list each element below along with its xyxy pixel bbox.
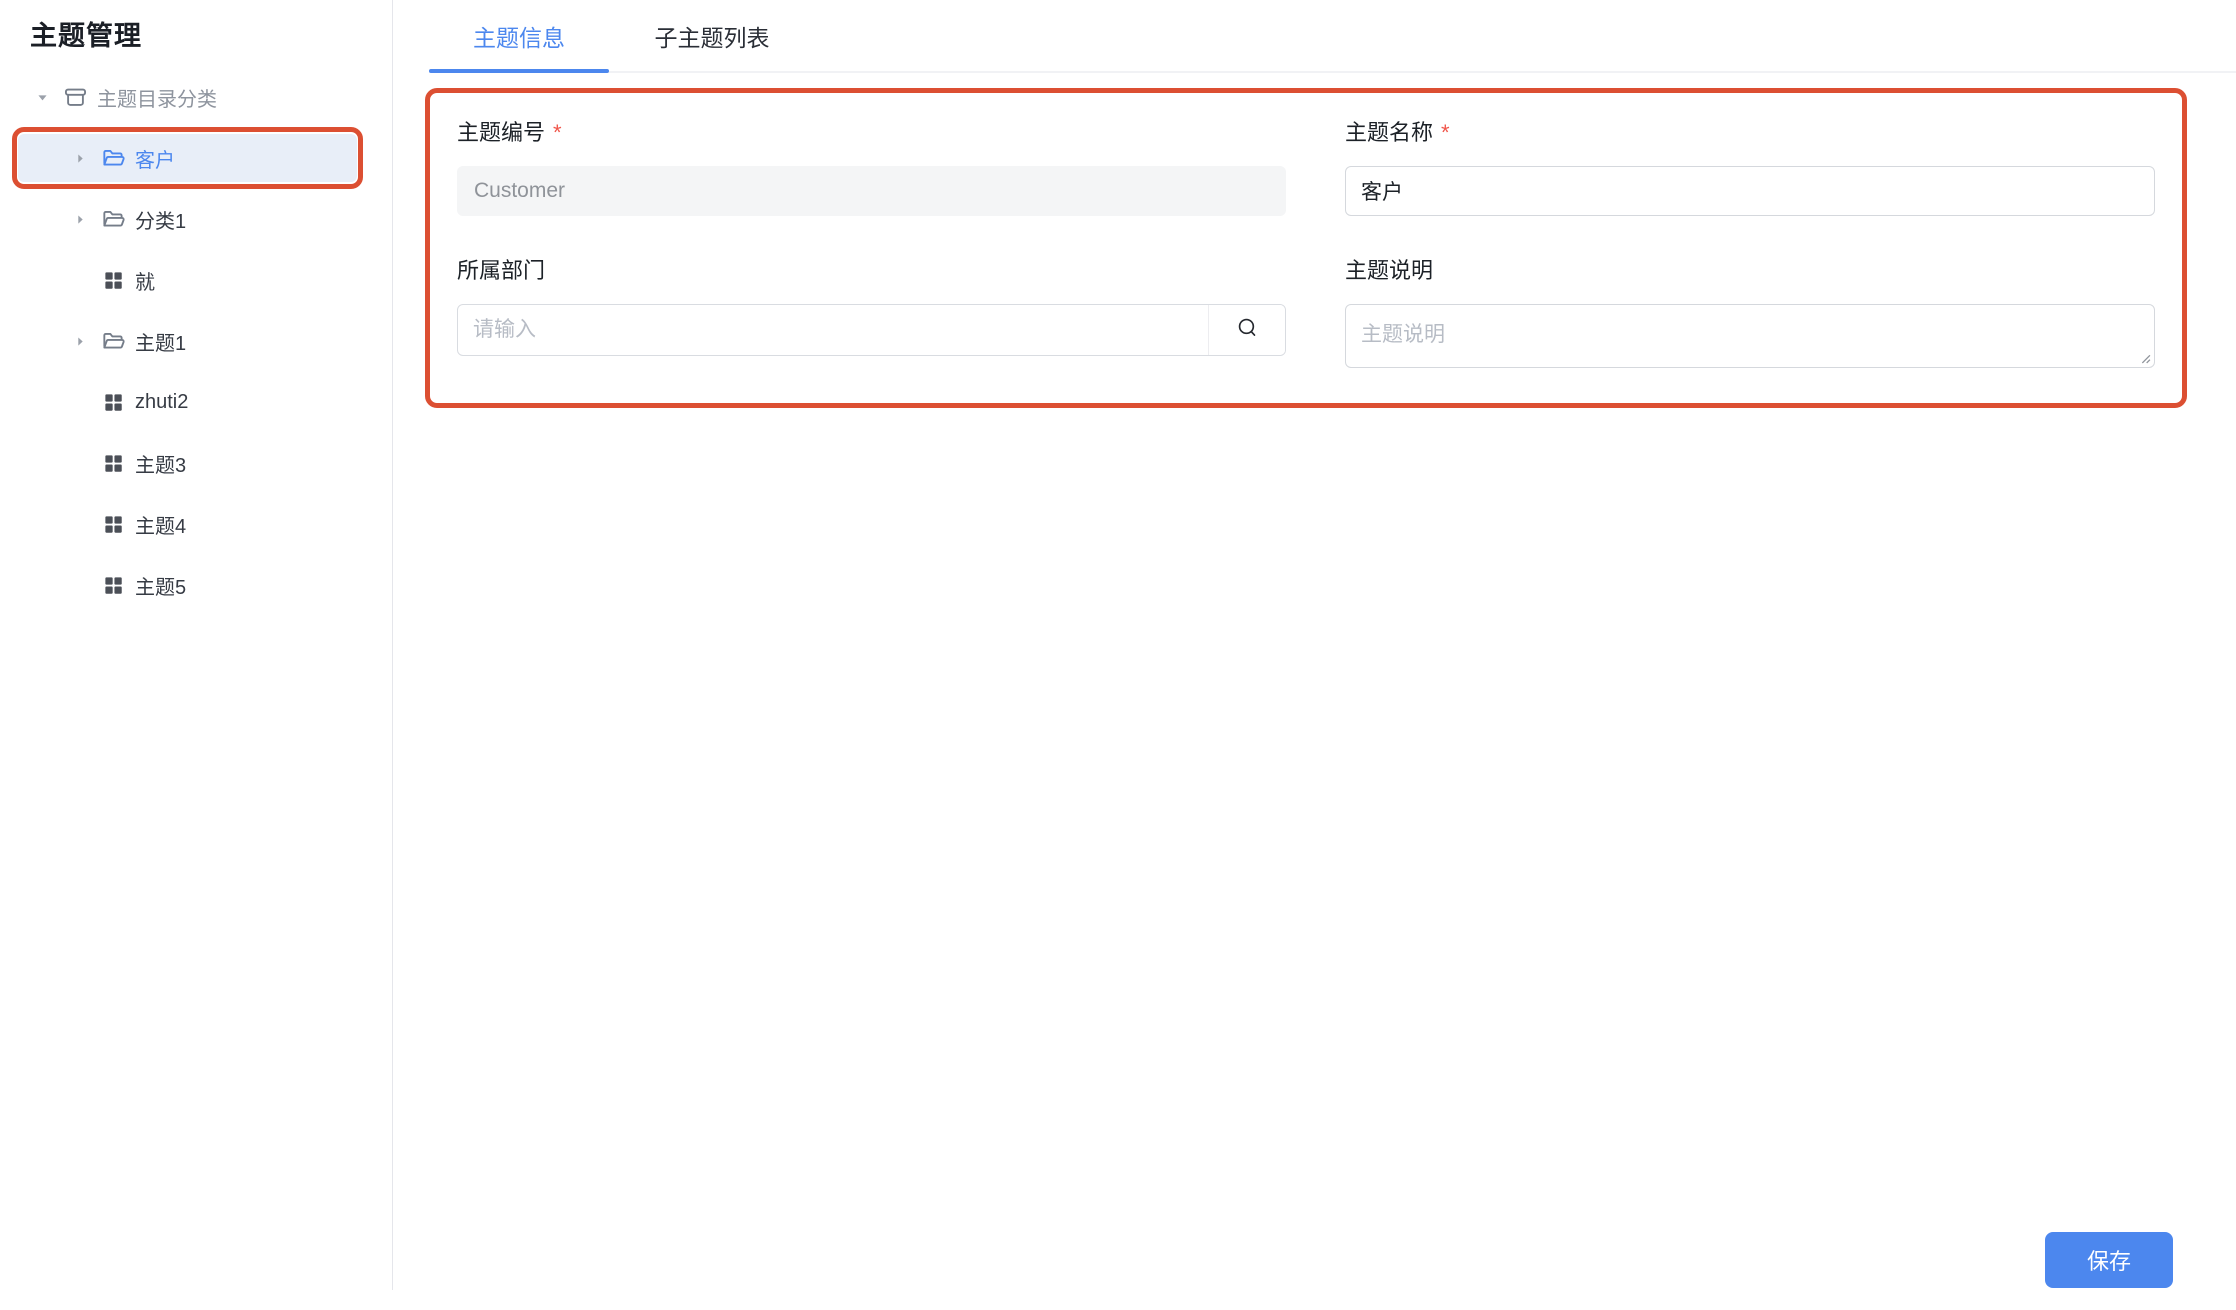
tree-item-6[interactable]: 主题4	[18, 500, 357, 548]
tree-items: 客户分类1 就主题1 zhuti2 主题3 主题4 主题5	[0, 134, 392, 609]
department-search-button[interactable]	[1208, 305, 1285, 355]
tree-item-label: 就	[135, 266, 155, 295]
tree-item-1[interactable]: 分类1	[18, 195, 357, 243]
department-input[interactable]	[458, 305, 1208, 355]
description-label: 主题说明	[1345, 256, 2155, 286]
tree-item-label: 分类1	[135, 205, 186, 234]
tree-item-label: zhuti2	[135, 391, 188, 414]
tree-item-0[interactable]: 客户	[18, 134, 357, 182]
tab-subtopic-list[interactable]: 子主题列表	[609, 0, 815, 71]
folder-open-icon	[101, 207, 126, 232]
tabs-underline	[429, 71, 2236, 73]
folder-open-icon	[101, 329, 126, 354]
topic-tree: 主题目录分类 客户分类1 就主题1 zhuti2 主题3 主题4 主题5	[0, 73, 392, 622]
topic-form: 主题编号 * 主题名称 * 所属部门	[457, 118, 2182, 373]
department-input-group	[457, 304, 1286, 356]
tab-topic-info[interactable]: 主题信息	[429, 0, 609, 71]
detail-tabs: 主题信息 子主题列表	[429, 0, 815, 71]
caret-right-icon[interactable]	[72, 333, 88, 349]
topic-code-label: 主题编号 *	[457, 118, 1286, 148]
field-topic-name: 主题名称 *	[1345, 118, 2155, 216]
topic-name-input[interactable]	[1345, 166, 2155, 216]
tree-item-label: 主题1	[135, 327, 186, 356]
department-label: 所属部门	[457, 256, 1286, 286]
tree-item-7[interactable]: 主题5	[18, 561, 357, 609]
field-department: 所属部门	[457, 256, 1286, 373]
topic-name-label: 主题名称 *	[1345, 118, 2155, 148]
description-textarea-wrap	[1345, 304, 2155, 373]
caret-right-icon[interactable]	[72, 150, 88, 166]
sidebar: 主题管理 主题目录分类 客户分类1 就主题1 zhuti2 主题3 主题4 主题5	[0, 0, 393, 1290]
active-tab-indicator	[429, 69, 609, 73]
tree-item-4[interactable]: zhuti2	[18, 378, 357, 426]
caret-down-icon[interactable]	[34, 89, 50, 105]
tree-item-label: 主题4	[135, 510, 186, 539]
tree-item-label: 客户	[135, 144, 175, 173]
description-textarea[interactable]	[1345, 304, 2155, 368]
dataset-grid-icon	[101, 451, 126, 476]
folder-open-icon	[101, 146, 126, 171]
annotation-box-form: 主题编号 * 主题名称 * 所属部门	[425, 88, 2187, 408]
field-description: 主题说明	[1345, 256, 2155, 373]
topic-code-input[interactable]	[457, 166, 1286, 216]
tree-item-2[interactable]: 就	[18, 256, 357, 304]
required-asterisk: *	[553, 118, 562, 148]
tree-root-item[interactable]: 主题目录分类	[18, 73, 386, 121]
dataset-grid-icon	[101, 390, 126, 415]
topic-management-page: { "sidebar": { "title": "主题管理", "tree": …	[0, 0, 2236, 1310]
tab-label: 子主题列表	[655, 19, 770, 53]
dataset-grid-icon	[101, 573, 126, 598]
dataset-grid-icon	[101, 512, 126, 537]
annotation-box-tree-item	[12, 127, 363, 189]
tree-item-label: 主题目录分类	[97, 83, 217, 112]
caret-right-icon[interactable]	[72, 211, 88, 227]
dataset-grid-icon	[101, 268, 126, 293]
required-asterisk: *	[1441, 118, 1450, 148]
tree-item-5[interactable]: 主题3	[18, 439, 357, 487]
sidebar-title: 主题管理	[30, 14, 142, 53]
tree-item-3[interactable]: 主题1	[18, 317, 357, 365]
tree-item-label: 主题5	[135, 571, 186, 600]
tab-label: 主题信息	[473, 19, 565, 53]
tree-item-label: 主题3	[135, 449, 186, 478]
save-button[interactable]: 保存	[2045, 1232, 2173, 1288]
search-icon	[1235, 315, 1260, 345]
catalog-box-icon	[63, 85, 88, 110]
field-topic-code: 主题编号 *	[457, 118, 1286, 216]
